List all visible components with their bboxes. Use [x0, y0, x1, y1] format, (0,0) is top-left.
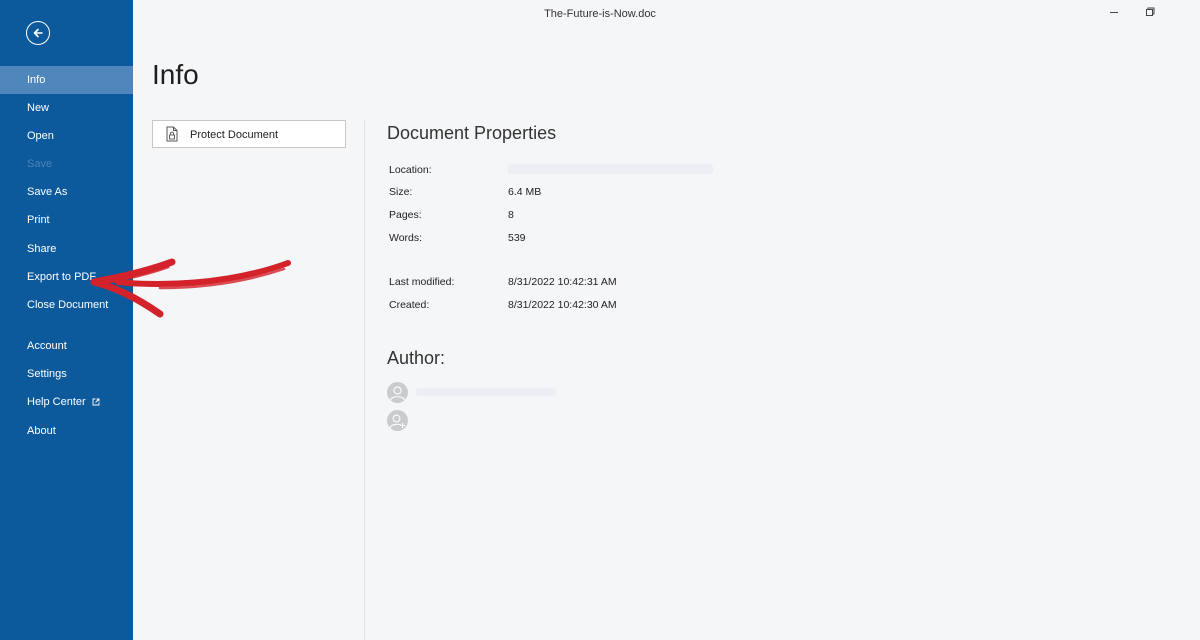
sidebar-item-save: Save	[27, 158, 53, 170]
restore-icon	[1146, 7, 1155, 16]
minimize-icon	[1110, 12, 1118, 13]
location-label: Location:	[389, 164, 432, 176]
sidebar-item-new[interactable]: New	[0, 94, 133, 122]
words-label: Words:	[389, 232, 423, 244]
sidebar-item-info[interactable]: Info	[0, 66, 133, 94]
minimize-button[interactable]	[1102, 4, 1126, 20]
add-user-icon[interactable]	[387, 410, 408, 431]
sidebar-item-share[interactable]: Share	[0, 235, 133, 263]
page-title: Info	[152, 59, 199, 90]
sidebar-item-print[interactable]: Print	[0, 206, 133, 234]
panel-divider	[364, 120, 365, 640]
sidebar-item-settings[interactable]: Settings	[0, 360, 133, 388]
arrow-left-icon	[33, 28, 43, 38]
protect-document-button[interactable]: Protect Document	[152, 120, 346, 148]
words-value: 539	[508, 232, 526, 244]
external-link-icon	[92, 389, 100, 417]
last-modified-value: 8/31/2022 10:42:31 AM	[508, 276, 617, 288]
sidebar-item-account[interactable]: Account	[0, 332, 133, 360]
restore-button[interactable]	[1138, 4, 1162, 20]
location-value-redacted	[508, 164, 713, 174]
sidebar-item-save-as[interactable]: Save As	[0, 178, 133, 206]
author-name-redacted	[416, 388, 556, 396]
document-properties-heading: Document Properties	[387, 123, 557, 143]
author-heading: Author:	[387, 348, 446, 368]
size-label: Size:	[389, 186, 413, 198]
pages-label: Pages:	[389, 209, 422, 221]
pages-value: 8	[508, 209, 514, 221]
protect-document-label: Protect Document	[190, 129, 279, 141]
back-button[interactable]	[26, 21, 50, 45]
sidebar-item-label: Help Center	[27, 396, 86, 408]
size-value: 6.4 MB	[508, 186, 542, 198]
sidebar-item-about[interactable]: About	[0, 417, 133, 445]
sidebar-item-help-center[interactable]: Help Center	[0, 388, 133, 416]
lock-document-icon	[166, 126, 178, 142]
backstage-sidebar: Info New Open Save Save As Print Share E…	[0, 0, 133, 640]
sidebar-item-close-document[interactable]: Close Document	[0, 291, 133, 319]
sidebar-item-open[interactable]: Open	[0, 122, 133, 150]
created-label: Created:	[389, 299, 430, 311]
user-avatar-icon	[387, 382, 408, 403]
window-title: The-Future-is-Now.doc	[544, 8, 656, 20]
created-value: 8/31/2022 10:42:30 AM	[508, 299, 617, 311]
sidebar-item-export-to-pdf[interactable]: Export to PDF	[0, 263, 133, 291]
last-modified-label: Last modified:	[389, 276, 455, 288]
